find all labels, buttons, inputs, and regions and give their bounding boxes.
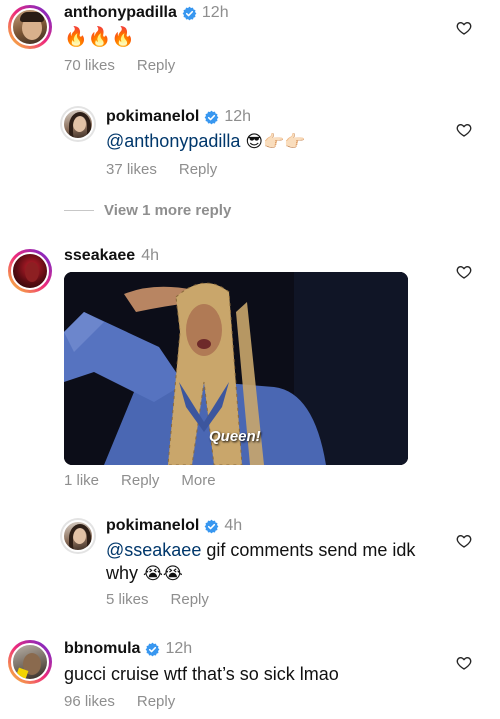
reply-button[interactable]: Reply	[121, 472, 159, 489]
reply-button[interactable]: Reply	[171, 591, 209, 608]
likes-count[interactable]: 96 likes	[64, 693, 115, 710]
comment-meta: 1 like Reply More	[64, 472, 216, 489]
mention-link[interactable]: @sseakaee	[106, 540, 201, 560]
mention-link[interactable]: @anthonypadilla	[106, 131, 240, 151]
heart-outline-icon[interactable]	[456, 264, 472, 280]
comment-bbnomula: bbnomula 12h gucci cruise wtf that’s so …	[0, 632, 500, 719]
username[interactable]: anthonypadilla	[64, 4, 177, 22]
comment-anthonypadilla: anthonypadilla 12h 🔥🔥🔥 70 likes Reply	[0, 0, 500, 90]
reply-button[interactable]: Reply	[137, 57, 175, 74]
verified-badge-icon	[145, 642, 160, 657]
gif-caption: Queen!	[209, 428, 261, 445]
more-button[interactable]: More	[181, 472, 215, 489]
likes-count[interactable]: 70 likes	[64, 57, 115, 74]
gif-attachment[interactable]: Queen!	[64, 272, 408, 465]
timestamp: 4h	[141, 247, 159, 264]
likes-count[interactable]: 5 likes	[106, 591, 149, 608]
heart-outline-icon[interactable]	[456, 20, 472, 36]
timestamp: 12h	[201, 4, 229, 21]
view-more-replies[interactable]: View 1 more reply	[64, 202, 231, 219]
heart-outline-icon[interactable]	[456, 122, 472, 138]
view-more-label: View 1 more reply	[104, 202, 232, 219]
comment-text: gucci cruise wtf that’s so sick lmao	[64, 664, 339, 684]
comment-text: 🔥🔥🔥	[64, 26, 135, 48]
username[interactable]: bbnomula	[64, 640, 140, 658]
verified-badge-icon	[204, 519, 219, 534]
heart-outline-icon[interactable]	[456, 533, 472, 549]
avatar[interactable]	[8, 640, 52, 684]
username[interactable]: pokimanelol	[106, 517, 199, 535]
likes-count[interactable]: 37 likes	[106, 161, 157, 178]
timestamp: 4h	[224, 517, 243, 534]
avatar[interactable]	[60, 106, 96, 142]
likes-count[interactable]: 1 like	[64, 472, 99, 489]
comment-text-line2: why	[106, 563, 139, 583]
username[interactable]: sseakaee	[64, 247, 135, 265]
timestamp: 12h	[224, 108, 252, 125]
comment-text: gif comments send me idk	[201, 540, 416, 560]
comment-emoji: 😭😭	[143, 564, 183, 584]
comment-emoji: 😎👉🏻👉🏻	[245, 132, 306, 152]
avatar[interactable]	[60, 518, 96, 554]
heart-outline-icon[interactable]	[456, 655, 472, 671]
reply-button[interactable]: Reply	[179, 161, 217, 178]
verified-badge-icon	[182, 6, 197, 21]
reply-button[interactable]: Reply	[137, 693, 175, 710]
avatar[interactable]	[8, 249, 52, 293]
comment-pokimanelol-reply-2: pokimanelol 4h @sseakaee gif comments se…	[0, 512, 500, 622]
username[interactable]: pokimanelol	[106, 108, 199, 126]
timestamp: 12h	[165, 640, 193, 657]
comment-pokimanelol-reply: pokimanelol 12h @anthonypadilla 😎👉🏻👉🏻 37…	[0, 100, 500, 190]
verified-badge-icon	[204, 110, 219, 125]
avatar[interactable]	[8, 5, 52, 49]
divider	[64, 210, 94, 211]
